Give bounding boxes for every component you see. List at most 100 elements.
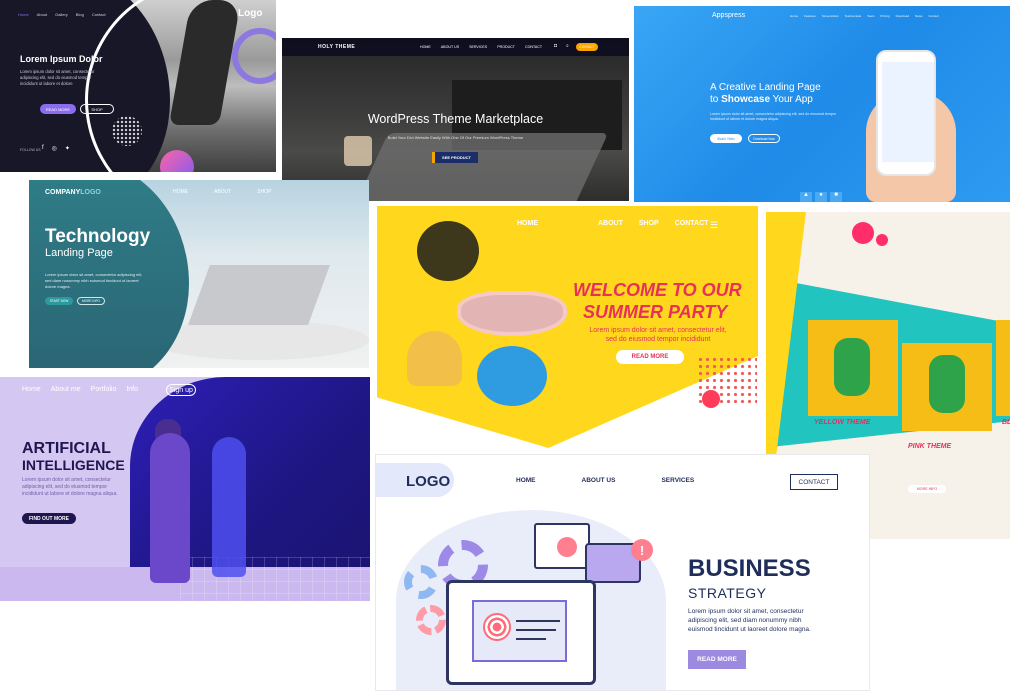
nav-about-us[interactable]: ABOUT US — [441, 45, 459, 49]
nav-home[interactable]: Home — [790, 14, 798, 18]
text-line-decoration — [516, 629, 556, 631]
dot-pattern-decoration — [112, 116, 142, 146]
card3-nav: Home Features Screenshots Testimonials T… — [790, 14, 939, 18]
card4-subtitle: Landing Page — [45, 247, 113, 259]
nav-shop[interactable]: SHOP — [257, 189, 271, 195]
pink-drink-photo[interactable] — [902, 343, 992, 431]
card-artificial-intelligence: Home About me Portfolio Info Sign up ART… — [0, 377, 370, 601]
nav-about[interactable]: ABOUT — [214, 189, 231, 195]
social-icons: f ◎ ✦ — [42, 145, 70, 152]
shop-button[interactable]: SHOP — [80, 104, 114, 114]
card3-logo[interactable]: Appspress — [712, 12, 745, 19]
find-out-more-button[interactable]: FIND OUT MORE — [22, 513, 76, 524]
nav-services[interactable]: SERVICES — [661, 477, 694, 484]
nav-contact[interactable]: CONTACT — [675, 220, 709, 227]
more-info-button[interactable]: MORE INFO — [77, 297, 105, 305]
nav-home[interactable]: Home — [22, 386, 41, 393]
yellow-drink-photo[interactable] — [808, 320, 898, 416]
pink-dot-small-decoration — [876, 234, 888, 246]
nav-screenshots[interactable]: Screenshots — [822, 14, 839, 18]
download-now-button[interactable]: Download Now — [748, 134, 780, 143]
card8-nav: HOME ABOUT US SERVICES — [516, 477, 694, 484]
card2-logo[interactable]: HOLY THEME — [318, 44, 355, 50]
card3-body: Lorem ipsum dolor sit amet, consectetur … — [710, 112, 837, 121]
card1-title: Lorem Ipsum Dolor — [20, 54, 103, 64]
read-more-button[interactable]: READ MORE — [616, 350, 684, 364]
search-icon[interactable]: ⌕ — [566, 43, 569, 49]
card5-body: Lorem ipsum dolor sit amet, consectetur … — [589, 327, 727, 343]
nav-info[interactable]: Info — [126, 386, 138, 393]
nav-home[interactable]: HOME — [517, 220, 538, 227]
pink-sunglasses-photo — [457, 291, 567, 336]
gear-pink-icon — [416, 605, 446, 635]
card2-title: WordPress Theme Marketplace — [367, 112, 544, 126]
yellow-theme-label[interactable]: YELLOW THEME — [814, 419, 870, 426]
card8-body: Lorem ipsum dolor sit amet, consectetur … — [688, 608, 811, 633]
nav-download[interactable]: Download — [896, 14, 909, 18]
card-business-strategy: LOGO HOME ABOUT US SERVICES CONTACT ! BU… — [375, 454, 870, 691]
start-now-button[interactable]: START NOW — [45, 297, 73, 305]
pink-theme-label[interactable]: PINK THEME — [908, 443, 951, 450]
seashell-photo — [407, 331, 462, 386]
android-icon[interactable]: ▲ — [800, 192, 812, 202]
nav-contact[interactable]: Contact — [92, 12, 106, 17]
contact-button[interactable]: CONTACT — [790, 474, 838, 490]
card2-nav: HOME ABOUT US SERVICES PRODUCT CONTACT — [420, 45, 542, 49]
nav-pricing[interactable]: Pricing — [880, 14, 889, 18]
card-wordpress-marketplace: HOLY THEME HOME ABOUT US SERVICES PRODUC… — [282, 38, 629, 201]
ai-figure-illustration — [212, 437, 246, 577]
nav-shop[interactable]: SHOP — [639, 220, 659, 227]
nav-services[interactable]: SERVICES — [469, 45, 487, 49]
gear-small-icon — [404, 565, 438, 599]
text-line-decoration — [516, 620, 560, 622]
nav-news[interactable]: News — [915, 14, 923, 18]
coffee-cup-photo — [344, 136, 372, 166]
blue-drink-photo[interactable] — [996, 320, 1010, 416]
nav-team[interactable]: Team — [867, 14, 874, 18]
woman-illustration — [150, 433, 190, 583]
read-more-button[interactable]: READ MORE — [40, 104, 76, 114]
windows-icon[interactable]: ■ — [830, 192, 842, 202]
twitter-icon[interactable]: ✦ — [65, 145, 70, 152]
nav-portfolio[interactable]: Portfolio — [91, 386, 117, 393]
watch-video-button[interactable]: Watch Video — [710, 134, 742, 143]
nav-home[interactable]: Home — [18, 12, 29, 17]
nav-about-us[interactable]: ABOUT US — [582, 477, 616, 484]
nav-about-me[interactable]: About me — [51, 386, 81, 393]
card7-body: Lorem ipsum dolor sit amet, consectetur … — [22, 477, 118, 497]
blue-theme-label[interactable]: BL — [1002, 419, 1010, 426]
card1-logo[interactable]: Logo — [238, 8, 262, 19]
nav-about[interactable]: ABOUT — [598, 220, 623, 227]
nav-about[interactable]: About — [37, 12, 47, 17]
nav-gallery[interactable]: Gallery — [55, 12, 68, 17]
pink-dot-decoration — [852, 222, 874, 244]
nav-home[interactable]: HOME — [173, 189, 188, 195]
phone-mockup — [876, 50, 936, 176]
nav-testimonials[interactable]: Testimonials — [845, 14, 862, 18]
company-logo[interactable]: COMPANYLOGO — [45, 189, 101, 196]
read-more-button[interactable]: READ MORE — [688, 650, 746, 669]
nav-blog[interactable]: Blog — [76, 12, 84, 17]
menu-icon[interactable]: ☰ — [710, 220, 718, 231]
cart-icon[interactable]: ◘ — [554, 43, 557, 49]
nav-home[interactable]: HOME — [516, 477, 536, 484]
laptop-photo — [188, 265, 330, 325]
table-photo — [149, 320, 369, 360]
nav-home[interactable]: HOME — [420, 45, 431, 49]
instagram-icon[interactable]: ◎ — [52, 145, 57, 152]
sign-up-button[interactable]: Sign up — [166, 384, 196, 396]
card8-logo[interactable]: LOGO — [406, 473, 450, 490]
nav-contact[interactable]: Contact — [928, 14, 938, 18]
apple-icon[interactable]: ● — [815, 192, 827, 202]
see-product-button[interactable]: SEE PRODUCT — [432, 152, 478, 163]
card2-subtitle: Build Your Divi Website Easily With One … — [387, 135, 524, 140]
nav-features[interactable]: Features — [804, 14, 816, 18]
nav-contact[interactable]: CONTACT — [525, 45, 542, 49]
card8-subtitle: STRATEGY — [688, 585, 767, 601]
contact-button[interactable]: CONTACT — [576, 43, 598, 51]
more-info-button[interactable]: MORE INFO — [908, 485, 946, 493]
card-appspress: Appspress Home Features Screenshots Test… — [634, 6, 1010, 202]
nav-product[interactable]: PRODUCT — [497, 45, 515, 49]
facebook-icon[interactable]: f — [42, 145, 44, 152]
card-summer-party: HOME ABOUT SHOP CONTACT ☰ WELCOME TO OUR… — [377, 206, 758, 448]
